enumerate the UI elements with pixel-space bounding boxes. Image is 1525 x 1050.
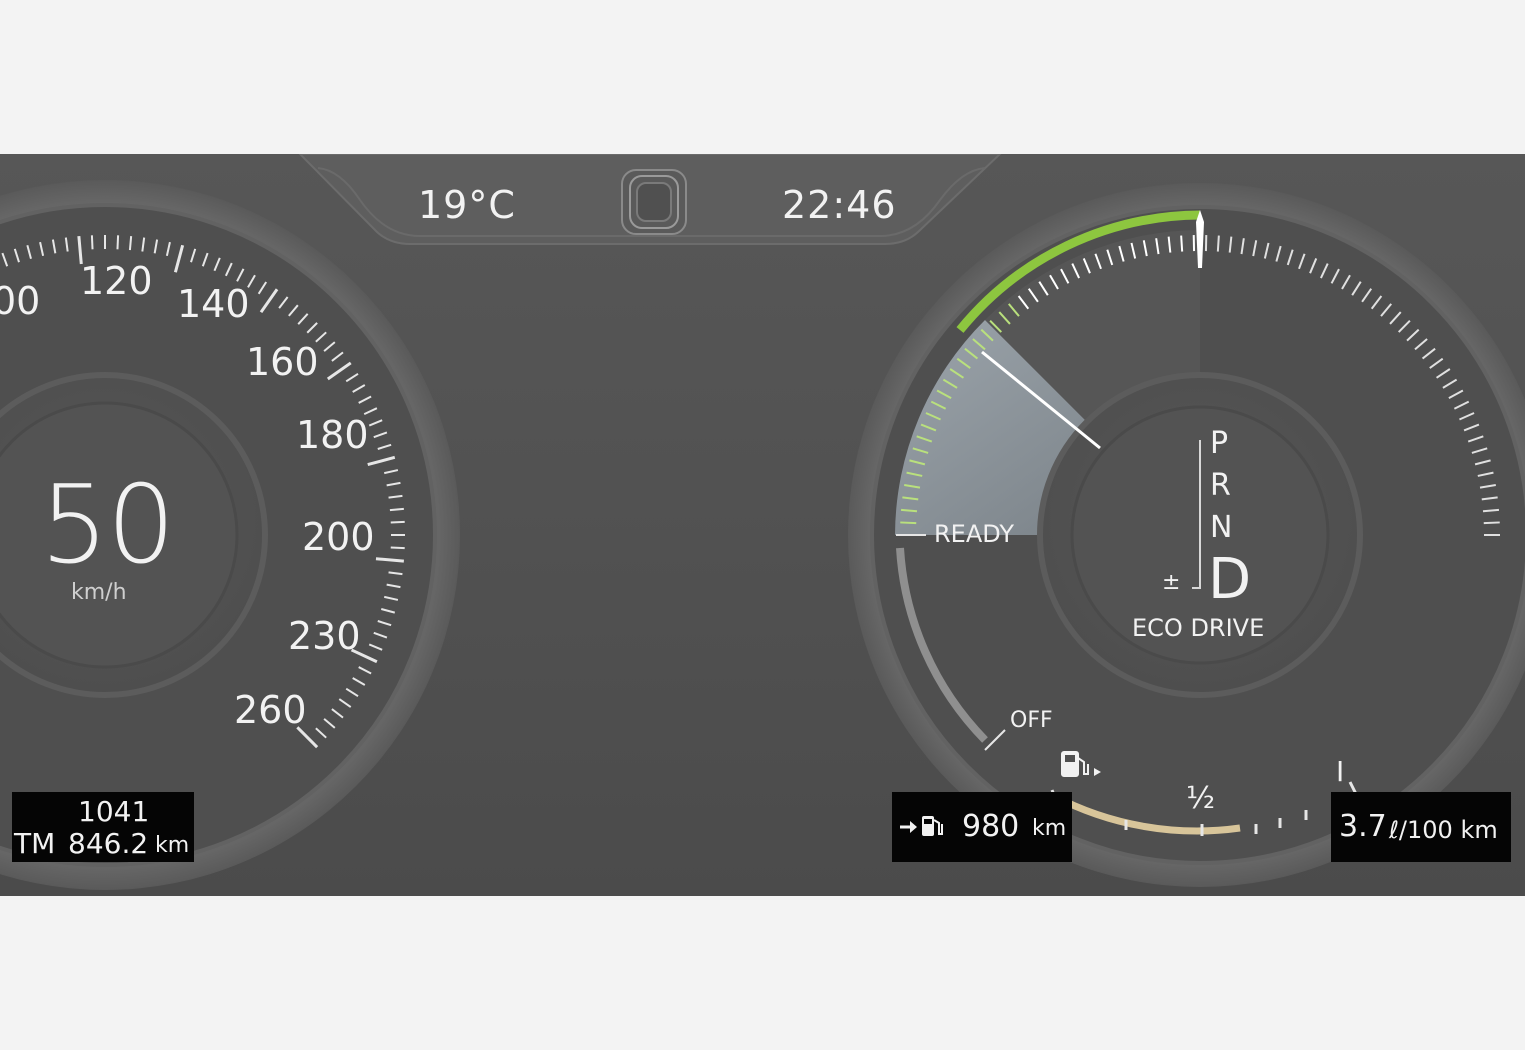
tick-mark [1482,508,1500,513]
tick-mark [128,236,133,251]
gear-option-p: P [1210,426,1229,461]
odometer-value: 1041 [78,795,150,828]
tick-mark [390,520,405,524]
speed-scale-label: 140 [177,282,250,326]
speed-scale-label: 120 [80,259,153,303]
volvo-emblem-icon [621,169,687,235]
trip-unit: km [155,833,190,858]
speed-scale-label: 00 [0,279,41,323]
current-speed: 50 [40,463,175,588]
trip-value: 846.2 [68,827,149,860]
trip-prefix: TM [14,827,56,860]
tick-mark [90,235,94,250]
drive-mode-label: ECO DRIVE [1132,614,1265,642]
tick-mark [390,546,405,550]
fuel-half-label: ½ [1186,781,1216,816]
tick-mark [1180,235,1184,252]
tick-mark [389,507,404,512]
tick-mark [900,521,917,525]
speed-unit: km/h [71,580,127,605]
tick-mark [1216,235,1220,252]
gauge-graphics [0,154,1525,890]
temperature-readout: 19°C [418,183,516,227]
speed-scale-label: 160 [246,340,319,384]
speed-scale-label: 200 [302,515,375,559]
tick-mark [900,508,918,513]
speed-scale-label: 180 [296,413,369,457]
clock-readout: 22:46 [782,183,897,227]
driver-display: 19°C 22:46 00 120 140 160 180 200 230 26… [0,154,1525,896]
fuel-range-icon [900,816,943,836]
gear-option-n: N [1210,510,1233,545]
ready-label: READY [934,520,1015,548]
tick-mark [116,235,120,250]
consumption-value: 3.7 [1339,809,1387,844]
speed-scale-label: 230 [288,614,361,658]
gear-option-r: R [1210,468,1231,503]
range-info-box: 980 km [892,792,1072,862]
range-value: 980 [962,809,1020,844]
consumption-unit: ℓ/100 km [1389,816,1498,844]
selected-gear: D [1208,547,1252,612]
range-unit: km [1032,816,1067,841]
speed-scale-label: 260 [234,688,307,732]
trip-info-box: 1041 TM 846.2 km [12,792,194,862]
consumption-info-box: 3.7 ℓ/100 km [1331,792,1511,862]
off-label: OFF [1010,708,1053,733]
tick-mark [1483,521,1500,525]
fuel-full-label: I [1336,755,1345,788]
plus-minus-icon: ± [1162,570,1181,595]
